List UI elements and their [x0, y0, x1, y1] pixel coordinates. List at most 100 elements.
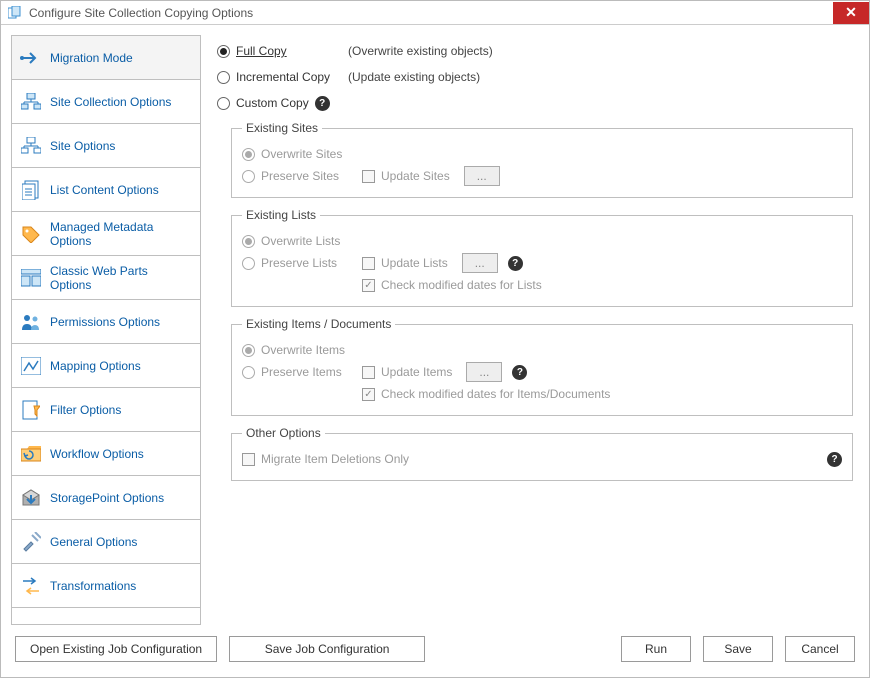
radio-overwrite-sites: Overwrite Sites: [242, 143, 362, 165]
help-icon[interactable]: ?: [315, 96, 330, 111]
checkbox-update-sites: [362, 170, 375, 183]
group-existing-sites: Existing Sites Overwrite Sites Preserve …: [231, 121, 853, 198]
arrow-icon: [20, 47, 42, 69]
main-panel: Full Copy (Overwrite existing objects) I…: [211, 35, 859, 625]
radio-label: Incremental Copy: [236, 70, 348, 84]
sidebar-item-workflow-options[interactable]: Workflow Options: [12, 432, 200, 476]
radio-indicator: [217, 45, 230, 58]
webparts-icon: [20, 267, 42, 289]
radio-preserve-sites: Preserve Sites: [242, 165, 362, 187]
checkbox-label: Update Items: [381, 365, 452, 379]
sidebar-item-label: Permissions Options: [50, 315, 160, 329]
title-bar: Configure Site Collection Copying Option…: [1, 1, 869, 25]
run-button[interactable]: Run: [621, 636, 691, 662]
transform-icon: [20, 575, 42, 597]
sidebar-item-general-options[interactable]: General Options: [12, 520, 200, 564]
open-existing-job-button[interactable]: Open Existing Job Configuration: [15, 636, 217, 662]
sidebar-item-managed-metadata-options[interactable]: Managed Metadata Options: [12, 212, 200, 256]
radio-full-copy[interactable]: Full Copy (Overwrite existing objects): [217, 39, 853, 63]
radio-incremental-copy[interactable]: Incremental Copy (Update existing object…: [217, 65, 853, 89]
sidebar-item-permissions-options[interactable]: Permissions Options: [12, 300, 200, 344]
users-icon: [20, 311, 42, 333]
checkbox-update-lists: [362, 257, 375, 270]
sidebar-item-label: Filter Options: [50, 403, 121, 417]
radio-label: Custom Copy: [236, 96, 309, 110]
browse-button: ...: [462, 253, 498, 273]
sidebar-item-label: Classic Web Parts Options: [50, 264, 192, 292]
group-legend: Other Options: [242, 426, 325, 440]
sidebar-item-label: Site Collection Options: [50, 95, 171, 109]
group-other-options: Other Options Migrate Item Deletions Onl…: [231, 426, 853, 481]
group-legend: Existing Lists: [242, 208, 320, 222]
radio-label: Preserve Items: [261, 365, 342, 379]
group-legend: Existing Sites: [242, 121, 322, 135]
filter-icon: [20, 399, 42, 421]
sidebar-item-label: Managed Metadata Options: [50, 220, 192, 248]
save-job-configuration-button[interactable]: Save Job Configuration: [229, 636, 425, 662]
checkbox-migrate-deletions: [242, 453, 255, 466]
checkbox-label: Check modified dates for Items/Documents: [381, 387, 610, 401]
radio-preserve-items: Preserve Items: [242, 361, 362, 383]
sidebar-item-label: General Options: [50, 535, 137, 549]
radio-overwrite-lists: Overwrite Lists: [242, 230, 362, 252]
help-icon[interactable]: ?: [512, 365, 527, 380]
radio-label: Preserve Lists: [261, 256, 337, 270]
sidebar-item-label: Migration Mode: [50, 51, 133, 65]
mapping-icon: [20, 355, 42, 377]
checkbox-label: Migrate Item Deletions Only: [261, 452, 409, 466]
sidebar-item-site-options[interactable]: Site Options: [12, 124, 200, 168]
radio-label: Preserve Sites: [261, 169, 339, 183]
sidebar-item-label: Mapping Options: [50, 359, 141, 373]
storage-icon: [20, 487, 42, 509]
tag-icon: [20, 223, 42, 245]
radio-overwrite-items: Overwrite Items: [242, 339, 362, 361]
radio-desc: (Update existing objects): [348, 70, 480, 84]
sidebar-item-list-content-options[interactable]: List Content Options: [12, 168, 200, 212]
help-icon[interactable]: ?: [508, 256, 523, 271]
checkbox-update-items: [362, 366, 375, 379]
sidebar-item-classic-web-parts-options[interactable]: Classic Web Parts Options: [12, 256, 200, 300]
checkbox-label: Check modified dates for Lists: [381, 278, 542, 292]
sites-icon: [20, 91, 42, 113]
folder-icon: [20, 443, 42, 465]
radio-preserve-lists: Preserve Lists: [242, 252, 362, 274]
group-legend: Existing Items / Documents: [242, 317, 395, 331]
sidebar-item-migration-mode[interactable]: Migration Mode: [12, 36, 200, 80]
checkbox-label: Update Sites: [381, 169, 450, 183]
radio-label: Overwrite Sites: [261, 147, 342, 161]
group-existing-items: Existing Items / Documents Overwrite Ite…: [231, 317, 853, 416]
sidebar-item-transformations[interactable]: Transformations: [12, 564, 200, 608]
group-existing-lists: Existing Lists Overwrite Lists Preserve …: [231, 208, 853, 307]
sidebar-item-site-collection-options[interactable]: Site Collection Options: [12, 80, 200, 124]
browse-button: ...: [464, 166, 500, 186]
radio-indicator: [217, 71, 230, 84]
cancel-button[interactable]: Cancel: [785, 636, 855, 662]
tools-icon: [20, 531, 42, 553]
site-icon: [20, 135, 42, 157]
sidebar-item-storagepoint-options[interactable]: StoragePoint Options: [12, 476, 200, 520]
checkbox-check-modified-items: [362, 388, 375, 401]
sidebar-item-label: Site Options: [50, 139, 115, 153]
footer-bar: Open Existing Job Configuration Save Job…: [1, 631, 869, 677]
sidebar-item-mapping-options[interactable]: Mapping Options: [12, 344, 200, 388]
sidebar: Migration Mode Site Collection Options S…: [11, 35, 201, 625]
radio-indicator: [217, 97, 230, 110]
window-title: Configure Site Collection Copying Option…: [29, 6, 833, 20]
sidebar-item-filter-options[interactable]: Filter Options: [12, 388, 200, 432]
sidebar-item-label: Transformations: [50, 579, 136, 593]
radio-label: Full Copy: [236, 44, 348, 58]
sidebar-item-label: StoragePoint Options: [50, 491, 164, 505]
browse-button: ...: [466, 362, 502, 382]
radio-label: Overwrite Lists: [261, 234, 340, 248]
help-icon[interactable]: ?: [827, 452, 842, 467]
checkbox-label: Update Lists: [381, 256, 448, 270]
close-button[interactable]: ✕: [833, 2, 869, 24]
save-button[interactable]: Save: [703, 636, 773, 662]
sidebar-item-label: Workflow Options: [50, 447, 144, 461]
sidebar-item-label: List Content Options: [50, 183, 159, 197]
list-icon: [20, 179, 42, 201]
app-icon: [7, 5, 23, 21]
radio-desc: (Overwrite existing objects): [348, 44, 493, 58]
radio-custom-copy[interactable]: Custom Copy ?: [217, 91, 853, 115]
radio-label: Overwrite Items: [261, 343, 345, 357]
